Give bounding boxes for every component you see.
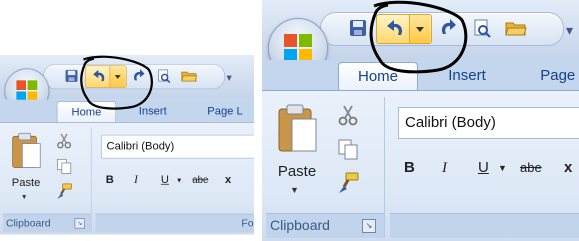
tab-home[interactable]: Home: [56, 101, 117, 123]
copy-icon[interactable]: [336, 137, 360, 161]
tab-page-layout[interactable]: Page L: [195, 101, 254, 122]
underline-button[interactable]: U: [161, 169, 169, 191]
print-preview-icon[interactable]: [156, 67, 172, 85]
underline-dropdown-icon[interactable]: ▼: [176, 169, 183, 191]
clipboard-group-label: Clipboard: [5, 216, 51, 229]
tab-page-layout[interactable]: Page L: [524, 62, 579, 90]
subscript-button[interactable]: x: [564, 153, 572, 183]
italic-button[interactable]: I: [442, 153, 447, 183]
undo-dropdown-icon[interactable]: [109, 66, 126, 88]
font-group: Calibri (Body) B I U ▼ abe x Fo: [95, 127, 254, 233]
undo-button-group[interactable]: [376, 14, 432, 44]
quick-access-toolbar: [43, 63, 225, 90]
paste-icon[interactable]: [276, 103, 318, 155]
undo-icon[interactable]: [92, 68, 108, 88]
tab-insert[interactable]: Insert: [127, 101, 179, 122]
format-painter-icon[interactable]: [55, 182, 73, 200]
bold-button[interactable]: B: [404, 153, 415, 183]
font-group-footer: Fo: [390, 213, 579, 238]
undo-dropdown-icon[interactable]: [409, 15, 430, 43]
strikethrough-button[interactable]: abe: [520, 153, 542, 183]
print-preview-icon[interactable]: [471, 16, 493, 40]
cut-icon[interactable]: [55, 132, 73, 150]
ribbon-home: Paste ▼ Clipboard ↘ Calibri (Body) B I U…: [0, 122, 254, 235]
font-group-label: Fo: [241, 216, 254, 229]
quick-access-toolbar: [320, 12, 564, 46]
open-folder-icon[interactable]: [505, 16, 527, 40]
font-group-footer: Fo: [95, 213, 254, 233]
clipboard-group-footer: Clipboard ↘: [2, 213, 91, 233]
paste-dropdown-icon[interactable]: ▼: [21, 193, 28, 200]
copy-icon[interactable]: [55, 157, 73, 175]
tab-insert[interactable]: Insert: [432, 62, 502, 90]
ribbon-screenshot-large: ▾ Home Insert Page L Paste ▼ Clipboard ↘: [262, 0, 579, 241]
dialog-launcher-icon[interactable]: ↘: [362, 219, 376, 233]
underline-dropdown-icon[interactable]: ▼: [498, 153, 507, 183]
undo-icon[interactable]: [385, 18, 407, 45]
undo-button-group[interactable]: [84, 65, 127, 88]
redo-icon[interactable]: [437, 16, 459, 40]
paste-dropdown-icon[interactable]: ▼: [290, 185, 299, 195]
clipboard-group-footer: Clipboard ↘: [266, 213, 384, 238]
format-buttons: B I U ▼ abe x: [398, 153, 579, 183]
tab-home[interactable]: Home: [338, 62, 418, 91]
italic-button[interactable]: I: [134, 169, 138, 191]
strikethrough-button[interactable]: abe: [192, 169, 208, 191]
ribbon-home: Paste ▼ Clipboard ↘ Calibri (Body) B I U…: [262, 90, 579, 241]
underline-button[interactable]: U: [478, 153, 489, 183]
dialog-launcher-icon[interactable]: ↘: [74, 218, 85, 229]
font-group: Calibri (Body) B I U ▼ abe x Fo: [390, 97, 579, 238]
paste-button[interactable]: Paste: [7, 176, 44, 189]
font-name-field[interactable]: Calibri (Body): [398, 107, 579, 139]
qat-customize-icon[interactable]: ▾: [226, 71, 231, 84]
qat-customize-icon[interactable]: ▾: [566, 22, 573, 39]
save-icon[interactable]: [63, 67, 79, 85]
paste-button[interactable]: Paste: [272, 163, 322, 180]
redo-icon[interactable]: [130, 67, 146, 85]
clipboard-group-label: Clipboard: [270, 217, 330, 233]
save-icon[interactable]: [347, 16, 369, 40]
cut-icon[interactable]: [336, 103, 360, 127]
format-buttons: B I U ▼ abe x: [101, 169, 254, 191]
clipboard-group: Paste ▼ Clipboard ↘: [266, 97, 385, 238]
subscript-button[interactable]: x: [225, 169, 231, 191]
bold-button[interactable]: B: [106, 169, 114, 191]
font-name-field[interactable]: Calibri (Body): [101, 134, 254, 159]
paste-icon[interactable]: [10, 132, 41, 171]
open-folder-icon[interactable]: [181, 67, 198, 85]
clipboard-group: Paste ▼ Clipboard ↘: [2, 127, 92, 233]
format-painter-icon[interactable]: [336, 171, 360, 195]
ribbon-screenshot-small: ▾ Home Insert Page L Paste ▼ Clipboard ↘: [0, 55, 254, 241]
